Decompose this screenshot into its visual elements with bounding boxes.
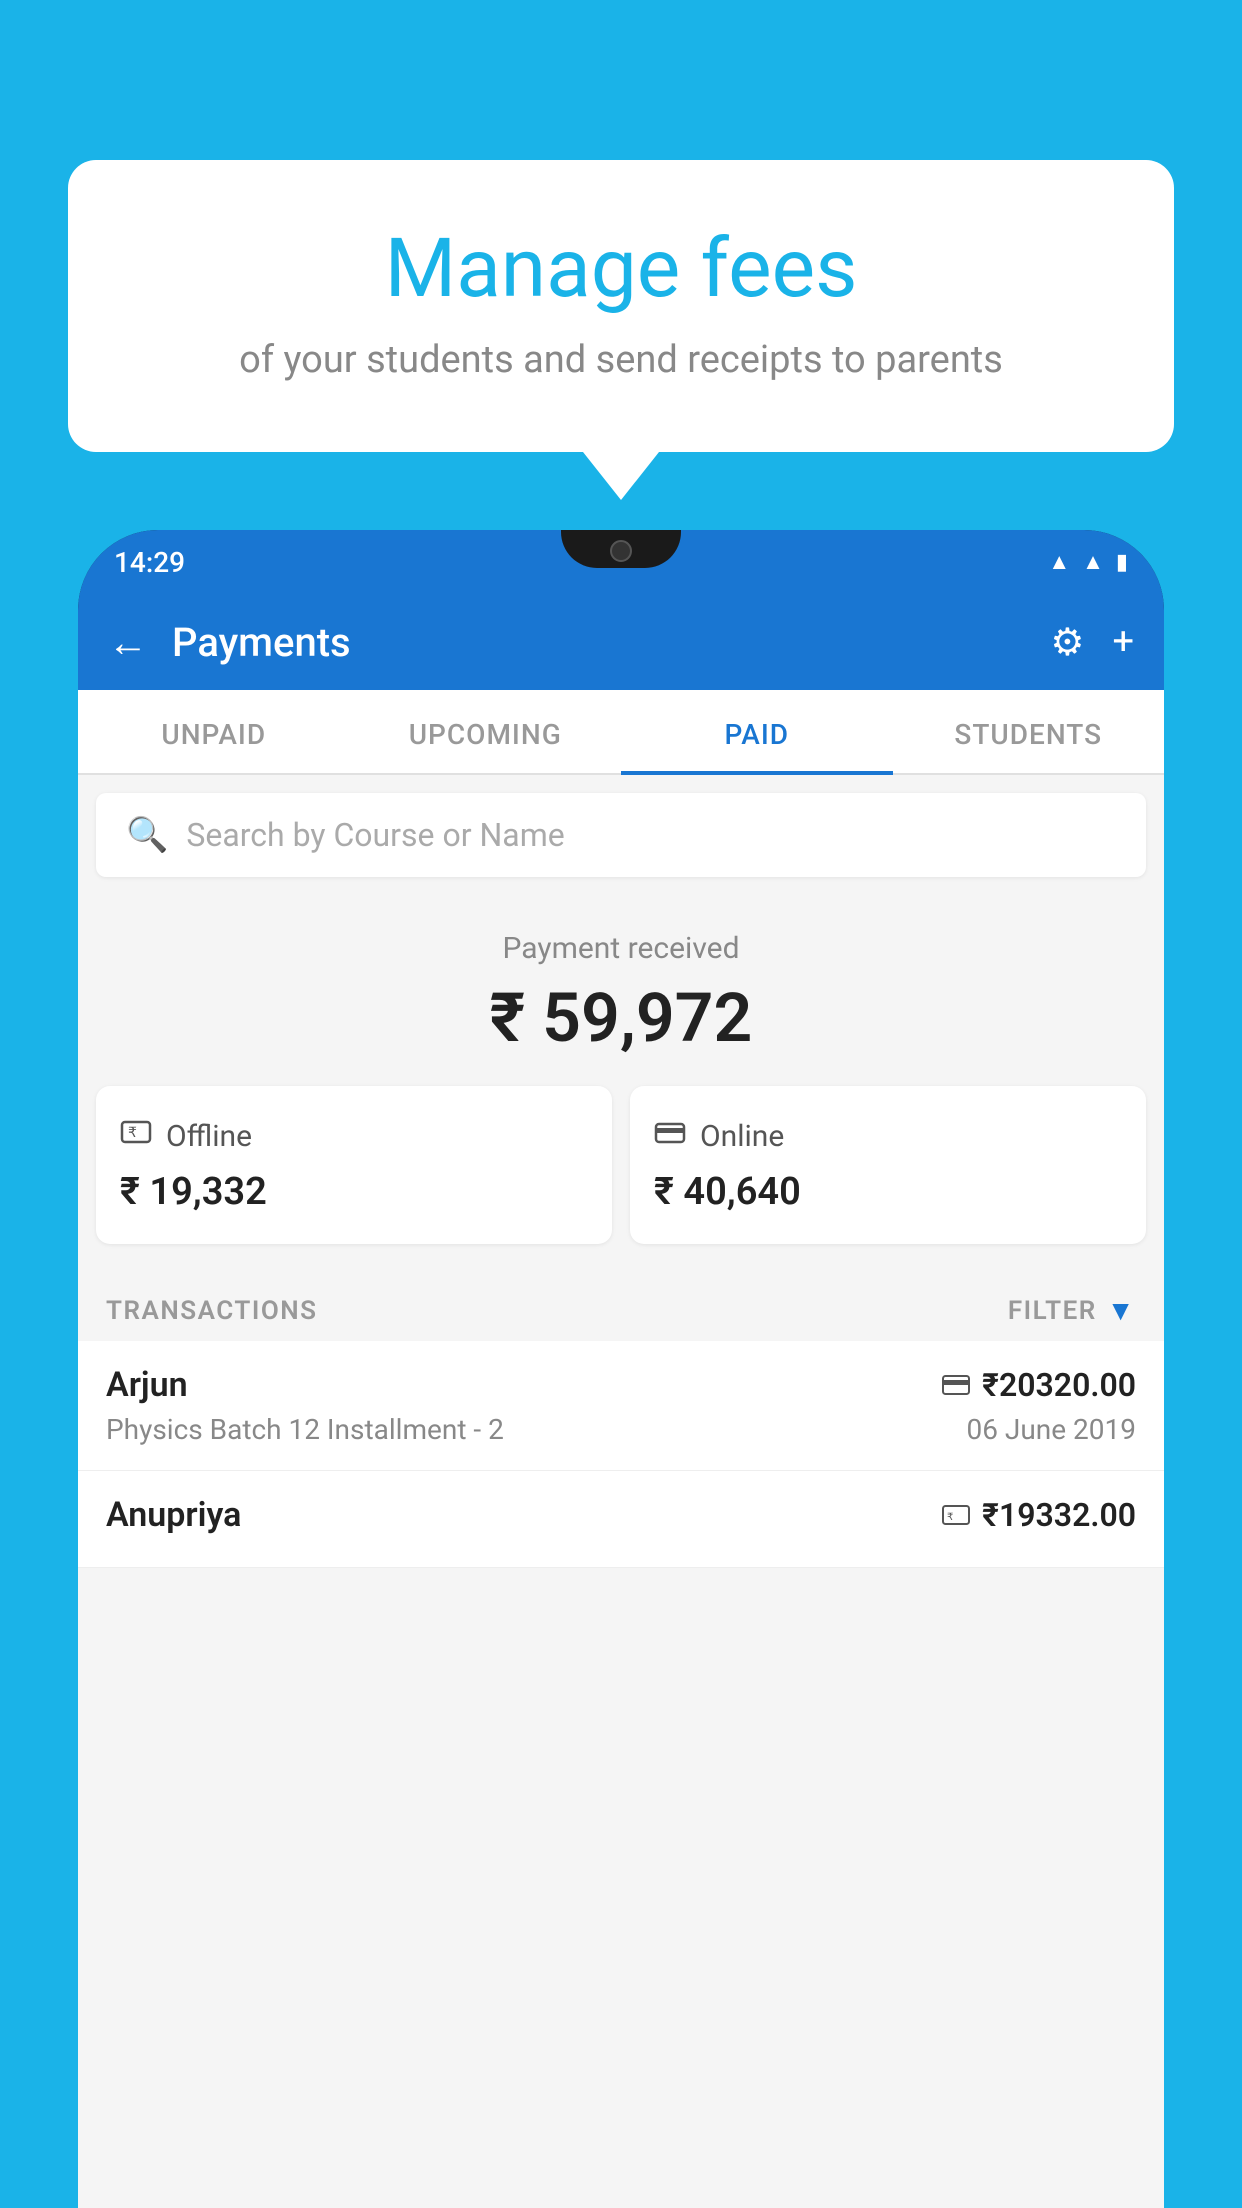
search-input[interactable]: Search by Course or Name	[186, 816, 564, 854]
payment-received-section: Payment received ₹ 59,972	[78, 895, 1164, 1086]
transaction-row-top: Arjun ₹20320.00	[106, 1365, 1136, 1405]
wifi-icon: ▲	[1048, 549, 1070, 575]
front-camera	[610, 540, 632, 562]
offline-card-header: ₹ Offline	[120, 1116, 588, 1156]
phone-notch	[561, 530, 681, 568]
offline-payment-card: ₹ Offline ₹ 19,332	[96, 1086, 612, 1244]
transaction-list: Arjun ₹20320.00 Physics	[78, 1341, 1164, 1568]
offline-icon: ₹	[120, 1116, 152, 1156]
battery-icon: ▮	[1116, 550, 1128, 575]
speech-bubble-subtitle: of your students and send receipts to pa…	[118, 338, 1124, 382]
transaction-course: Physics Batch 12 Installment - 2	[106, 1413, 504, 1446]
status-bar: 14:29 ▲ ▲ ▮	[78, 530, 1164, 594]
transactions-label: TRANSACTIONS	[106, 1296, 318, 1326]
page-title: Payments	[172, 619, 1026, 666]
transaction-amount: ₹20320.00	[982, 1366, 1136, 1404]
speech-bubble: Manage fees of your students and send re…	[68, 160, 1174, 452]
status-time: 14:29	[114, 546, 185, 579]
search-icon: 🔍	[126, 815, 168, 855]
online-payment-card: Online ₹ 40,640	[630, 1086, 1146, 1244]
add-icon[interactable]: +	[1112, 620, 1134, 664]
transaction-date: 06 June 2019	[966, 1413, 1136, 1446]
offline-amount: ₹ 19,332	[120, 1170, 588, 1214]
transaction-row-bottom: Physics Batch 12 Installment - 2 06 June…	[106, 1413, 1136, 1446]
transaction-amount: ₹19332.00	[982, 1496, 1136, 1534]
search-bar[interactable]: 🔍 Search by Course or Name	[96, 793, 1146, 877]
speech-bubble-title: Manage fees	[118, 220, 1124, 318]
online-icon	[654, 1116, 686, 1156]
online-type-label: Online	[700, 1119, 784, 1154]
filter-icon: ▼	[1107, 1294, 1136, 1327]
online-amount: ₹ 40,640	[654, 1170, 1122, 1214]
online-card-header: Online	[654, 1116, 1122, 1156]
offline-type-label: Offline	[166, 1119, 252, 1154]
header-actions: ⚙ +	[1050, 620, 1134, 665]
transaction-name: Arjun	[106, 1365, 188, 1405]
tabs: UNPAID UPCOMING PAID STUDENTS	[78, 690, 1164, 775]
svg-text:₹: ₹	[947, 1512, 953, 1523]
tab-upcoming[interactable]: UPCOMING	[350, 690, 622, 773]
tab-paid[interactable]: PAID	[621, 690, 893, 773]
payment-received-amount: ₹ 59,972	[78, 978, 1164, 1058]
tab-unpaid[interactable]: UNPAID	[78, 690, 350, 773]
status-icons: ▲ ▲ ▮	[1048, 549, 1128, 575]
transaction-amount-wrap: ₹ ₹19332.00	[942, 1496, 1136, 1534]
transaction-name: Anupriya	[106, 1495, 241, 1535]
tab-students[interactable]: STUDENTS	[893, 690, 1165, 773]
phone-frame: 14:29 ▲ ▲ ▮ ← Payments ⚙ + UNPAID UPCOMI…	[78, 530, 1164, 2208]
transaction-amount-wrap: ₹20320.00	[942, 1366, 1136, 1404]
phone-body: 🔍 Search by Course or Name Payment recei…	[78, 775, 1164, 2208]
table-row[interactable]: Anupriya ₹ ₹19332.00	[78, 1471, 1164, 1568]
app-header: ← Payments ⚙ +	[78, 594, 1164, 690]
payment-cards: ₹ Offline ₹ 19,332	[78, 1086, 1164, 1272]
svg-text:₹: ₹	[128, 1124, 137, 1140]
transactions-header: TRANSACTIONS FILTER ▼	[78, 1272, 1164, 1341]
back-button[interactable]: ←	[108, 619, 148, 666]
filter-button[interactable]: FILTER ▼	[1008, 1294, 1136, 1327]
transaction-row-top: Anupriya ₹ ₹19332.00	[106, 1495, 1136, 1535]
payment-received-label: Payment received	[78, 931, 1164, 966]
signal-icon: ▲	[1082, 549, 1104, 575]
settings-icon[interactable]: ⚙	[1050, 620, 1084, 665]
payment-type-icon: ₹	[942, 1499, 970, 1532]
table-row[interactable]: Arjun ₹20320.00 Physics	[78, 1341, 1164, 1471]
payment-type-icon	[942, 1369, 970, 1402]
filter-label: FILTER	[1008, 1296, 1097, 1326]
